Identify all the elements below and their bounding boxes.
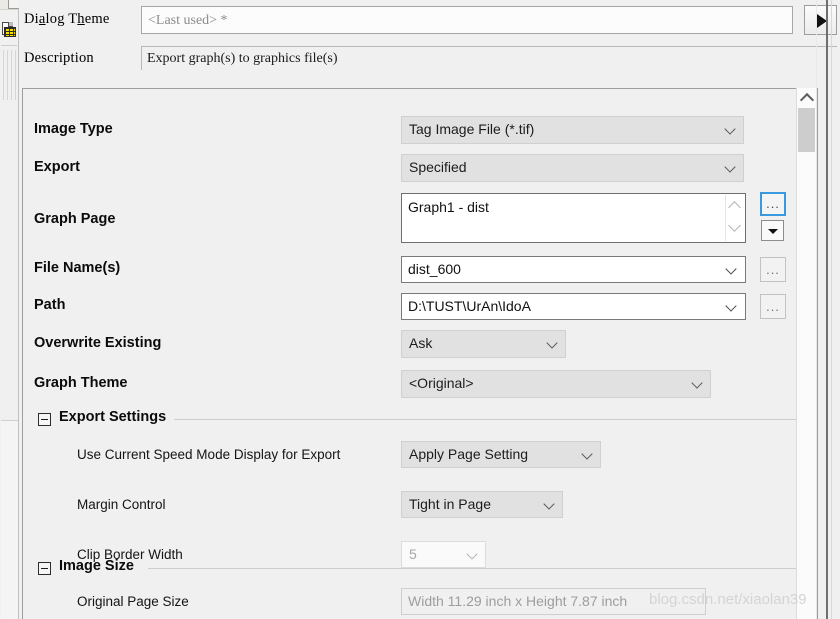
strip-divider (1, 45, 17, 46)
frame-line-inner (816, 0, 817, 619)
frame-line-edge (831, 0, 832, 619)
ellipsis-icon: ... (766, 196, 780, 211)
graph-theme-combo[interactable]: <Original> (401, 370, 711, 398)
graph-page-listbox[interactable]: Graph1 - dist (401, 193, 746, 243)
ellipsis-icon: ... (766, 298, 780, 314)
export-combo[interactable]: Specified (401, 154, 744, 182)
graph-page-dropdown-button[interactable] (761, 220, 784, 241)
ellipsis-icon: ... (766, 261, 780, 277)
dialog-form-panel: Image Type Tag Image File (*.tif) Export… (22, 88, 818, 619)
path-browse-button[interactable]: ... (760, 294, 786, 319)
original-page-size-value: Width 11.29 inch x Height 7.87 inch (401, 588, 706, 615)
speed-mode-combo[interactable]: Apply Page Setting (401, 441, 601, 468)
graph-page-browse-button[interactable]: ... (760, 192, 786, 216)
graph-page-item: Graph1 - dist (408, 199, 489, 215)
speed-mode-label: Use Current Speed Mode Display for Expor… (77, 447, 341, 462)
frame-line-outer (826, 0, 828, 619)
worksheet-grid-icon[interactable] (2, 22, 17, 38)
chevron-up-icon[interactable] (728, 201, 741, 214)
file-names-browse-button[interactable]: ... (760, 257, 786, 282)
chevron-down-icon[interactable] (728, 219, 741, 232)
clip-border-width-combo: 5 (401, 541, 486, 568)
export-graphs-dialog: Dialog Theme <Last used> * Description E… (0, 0, 840, 619)
scroll-up-arrow-icon[interactable] (797, 88, 816, 106)
image-size-title: Image Size (59, 558, 134, 574)
margin-control-label: Margin Control (77, 497, 166, 512)
dialog-header: Dialog Theme <Last used> * Description E… (19, 0, 840, 78)
form-vertical-scrollbar[interactable] (796, 88, 816, 619)
strip-lower-panel (1, 420, 18, 619)
export-label: Export (34, 159, 80, 175)
margin-control-combo[interactable]: Tight in Page (401, 491, 563, 518)
caret-down-icon (767, 228, 778, 234)
image-type-combo[interactable]: Tag Image File (*.tif) (401, 116, 744, 144)
export-settings-rule (174, 419, 799, 420)
description-input[interactable]: Export graph(s) to graphics file(s) (141, 46, 837, 70)
graph-page-spinner[interactable] (725, 195, 744, 241)
scrollbar-thumb[interactable] (798, 108, 815, 152)
path-label: Path (34, 297, 66, 313)
dialog-theme-input[interactable]: <Last used> * (141, 6, 793, 34)
image-type-label: Image Type (34, 121, 113, 137)
overwrite-existing-label: Overwrite Existing (34, 335, 162, 351)
file-names-label: File Name(s) (34, 260, 121, 276)
dialog-theme-apply-button[interactable] (804, 5, 837, 35)
overwrite-existing-combo[interactable]: Ask (401, 330, 566, 358)
description-label: Description (24, 50, 94, 66)
worksheet-cells-shape (4, 27, 16, 37)
path-combo[interactable]: D:\TUST\UrAn\IdoA (401, 293, 746, 320)
dialog-theme-label: Dialog Theme (24, 11, 110, 27)
image-size-rule (148, 568, 799, 569)
graph-page-label: Graph Page (34, 211, 116, 227)
graph-theme-label: Graph Theme (34, 375, 128, 391)
export-settings-title: Export Settings (59, 409, 167, 425)
export-settings-collapse-toggle[interactable] (38, 413, 51, 426)
strip-slot-lines (2, 50, 17, 100)
original-page-size-label: Original Page Size (77, 594, 189, 609)
file-names-combo[interactable]: dist_600 (401, 256, 746, 283)
left-toolbar-strip (0, 0, 20, 619)
image-size-collapse-toggle[interactable] (38, 562, 51, 575)
